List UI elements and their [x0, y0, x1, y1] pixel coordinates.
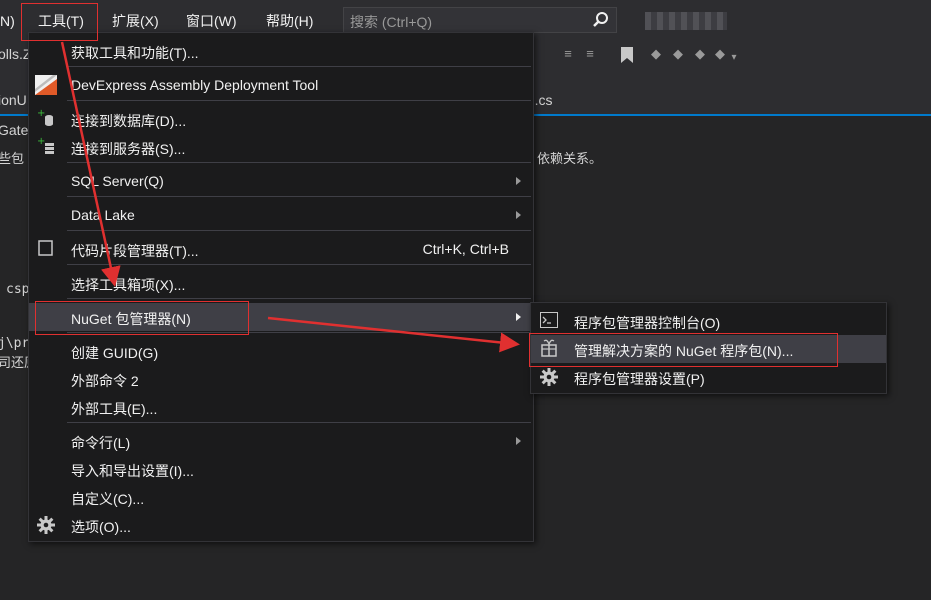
annotation-arrows	[60, 41, 520, 353]
arrow-to-manage-packages	[267, 316, 520, 353]
arrow-to-toolbox-item	[60, 41, 121, 287]
